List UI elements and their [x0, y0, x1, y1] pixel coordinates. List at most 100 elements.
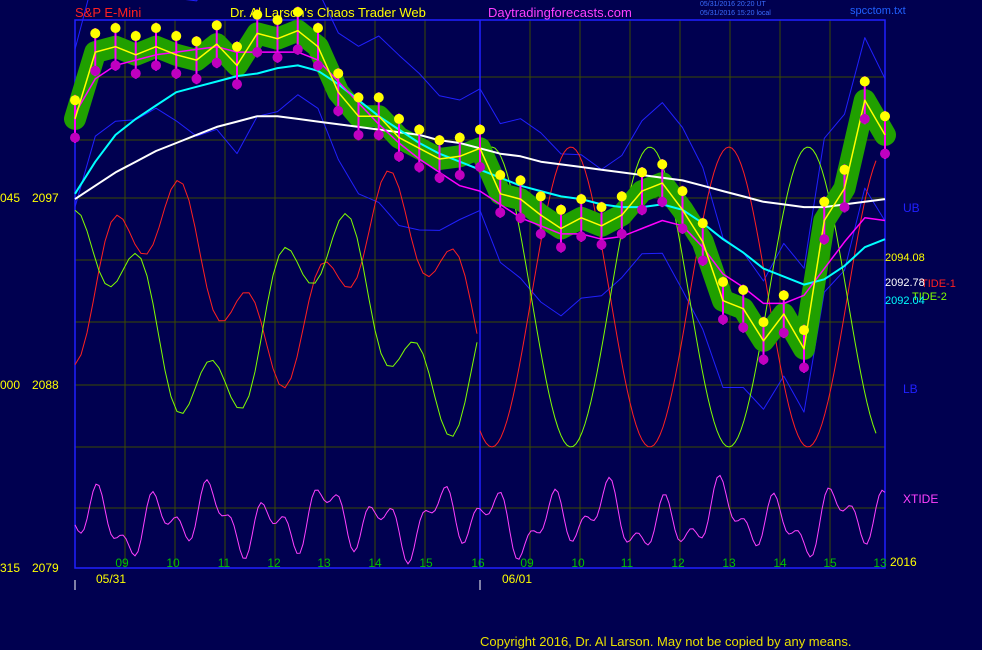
hour-tick-label-10: 11	[621, 556, 634, 570]
upper-band-label: UB	[903, 201, 920, 215]
hour-tick-label-2: 11	[218, 556, 231, 570]
chart-grid	[74, 19, 886, 569]
high-dot-25	[576, 194, 587, 205]
high-dot-35	[778, 290, 789, 301]
hour-tick-label-8: 09	[520, 556, 534, 570]
low-dot-28	[637, 204, 647, 215]
high-dot-7	[211, 20, 222, 31]
low-dot-18	[434, 172, 445, 183]
source-file: spcctom.txt	[850, 5, 906, 17]
low-dot-38	[839, 202, 850, 213]
high-dot-23	[535, 191, 546, 202]
hour-tick-label-7: 16	[471, 556, 485, 570]
copyright-notice: Copyright 2016, Dr. Al Larson. May not b…	[480, 634, 852, 649]
author-title: Dr. Al Larson's Chaos Trader Web	[230, 5, 426, 20]
low-dot-8	[232, 79, 242, 90]
low-dot-27	[616, 228, 627, 239]
hour-tick-label-14: 15	[823, 556, 837, 570]
hour-tick-label-4: 13	[317, 556, 331, 570]
angle-tick-label-2: 315	[0, 561, 20, 575]
high-dot-24	[556, 204, 566, 215]
low-dot-36	[799, 362, 809, 373]
low-dot-32	[718, 314, 728, 325]
value-label-2: 2092.78	[885, 277, 925, 289]
year-label: 2016	[890, 555, 917, 569]
low-dot-24	[556, 242, 566, 253]
high-dot-40	[880, 111, 890, 122]
high-dot-1	[90, 28, 101, 39]
high-dot-34	[758, 317, 769, 328]
low-dot-19	[454, 170, 465, 181]
tide-1-history-line	[74, 170, 478, 389]
high-dot-6	[191, 36, 202, 47]
high-dot-2	[110, 23, 121, 34]
value-label-3: 2092.04	[885, 295, 925, 307]
low-dot-29	[657, 196, 668, 207]
hour-tick-label-9: 10	[571, 556, 585, 570]
high-dot-18	[434, 135, 445, 146]
high-dot-28	[637, 167, 647, 178]
tide-1-label: TIDE-1	[921, 278, 956, 290]
low-dot-7	[211, 57, 222, 68]
low-dot-1	[90, 65, 101, 76]
high-dot-29	[657, 159, 668, 170]
low-dot-3	[130, 68, 141, 79]
high-dot-4	[151, 23, 161, 34]
low-dot-10	[272, 52, 283, 63]
stamp-ut: 05/31/2016 20:20 UT	[700, 1, 766, 8]
high-dot-16	[394, 113, 404, 124]
low-dot-34	[758, 354, 769, 365]
low-dot-31	[697, 255, 708, 266]
low-dot-6	[191, 73, 202, 84]
hour-tick-label-5: 14	[368, 556, 382, 570]
high-dot-21	[495, 170, 506, 181]
high-dot-3	[130, 31, 141, 42]
date-label-1: 05/31	[96, 572, 126, 586]
high-dot-0	[70, 95, 80, 106]
low-dot-35	[778, 327, 789, 338]
chaos-trader-chart: 2097 2088 2079 045 000 315 09 10 11 12 13 14 15 16 09 1…	[0, 0, 956, 590]
price-tick-label-0: 2097	[32, 191, 59, 205]
site-link[interactable]: Daytradingforecasts.com	[488, 5, 632, 20]
low-dot-33	[738, 322, 749, 333]
low-dot-20	[475, 162, 485, 173]
hour-tick-label-3: 12	[267, 556, 281, 570]
high-dot-5	[171, 31, 182, 42]
high-dot-19	[454, 132, 465, 143]
high-dot-14	[353, 92, 364, 103]
hour-tick-label-15: 13	[873, 556, 887, 570]
angle-tick-label-1: 000	[0, 378, 20, 392]
high-dot-8	[232, 41, 242, 52]
hour-tick-label-1: 10	[166, 556, 180, 570]
low-dot-17	[414, 162, 425, 173]
hour-tick-label-13: 14	[773, 556, 787, 570]
low-dot-2	[110, 60, 121, 71]
xtide-label: XTIDE	[903, 492, 938, 506]
low-dot-0	[70, 132, 80, 143]
high-dot-32	[718, 276, 728, 287]
low-dot-9	[252, 47, 263, 58]
low-dot-21	[495, 207, 506, 218]
high-dot-36	[799, 325, 809, 336]
instrument-title: S&P E-Mini	[75, 5, 142, 20]
low-dot-14	[353, 129, 364, 140]
high-dot-20	[475, 124, 485, 135]
date-label-2: 06/01	[502, 572, 532, 586]
hour-tick-label-0: 09	[115, 556, 129, 570]
high-dot-30	[677, 186, 688, 197]
low-dot-23	[535, 228, 546, 239]
hour-tick-label-12: 13	[722, 556, 736, 570]
high-dot-17	[414, 124, 425, 135]
low-dot-25	[576, 231, 587, 242]
low-dot-11	[292, 44, 303, 55]
low-dot-16	[394, 151, 404, 162]
low-dot-15	[373, 129, 384, 140]
high-dot-27	[616, 191, 627, 202]
high-dot-33	[738, 284, 749, 295]
lower-band-label: LB	[903, 382, 918, 396]
high-dot-13	[333, 68, 344, 79]
low-dot-26	[596, 239, 607, 250]
high-dot-39	[859, 76, 870, 87]
value-label-1: 2094.08	[885, 252, 925, 264]
low-dot-22	[515, 212, 526, 223]
